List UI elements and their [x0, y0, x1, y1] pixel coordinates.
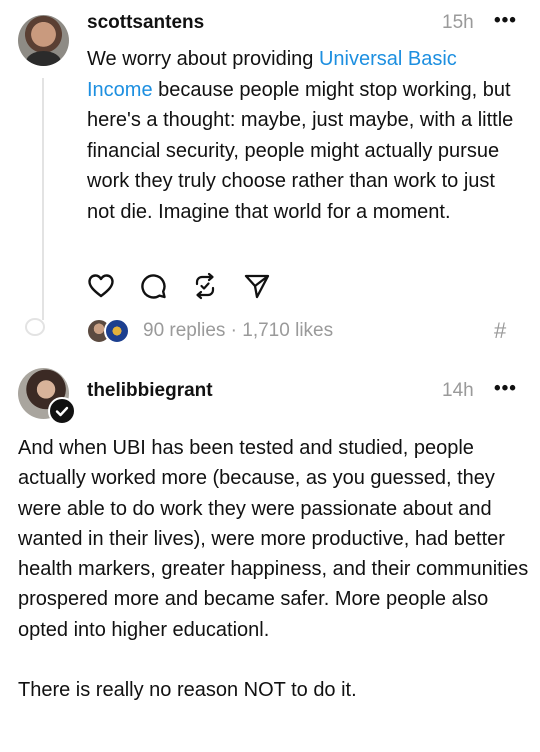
heart-icon[interactable]: [87, 272, 115, 300]
post-body: We worry about providing Universal Basic…: [87, 44, 527, 227]
verified-check-icon: [48, 397, 76, 425]
repost-icon[interactable]: [191, 272, 219, 300]
post-text-lead: We worry about providing: [87, 48, 319, 70]
avatar-shirt: [26, 51, 61, 66]
author-avatar[interactable]: [18, 15, 69, 66]
send-icon[interactable]: [243, 272, 271, 300]
replier-avatar: [104, 318, 130, 344]
reply-body: And when UBI has been tested and studied…: [18, 433, 533, 705]
hashtag-icon[interactable]: #: [494, 318, 506, 344]
reply-username[interactable]: thelibbiegrant: [87, 380, 213, 402]
replier-avatars[interactable]: [86, 318, 136, 344]
reply-more-options-icon[interactable]: •••: [494, 378, 517, 400]
comment-bubble-icon[interactable]: [139, 272, 167, 300]
thread-end-curl: [25, 318, 45, 336]
reply-paragraph: There is really no reason NOT to do it.: [18, 679, 357, 702]
reply-paragraph: And when UBI has been tested and studied…: [18, 437, 529, 641]
thread-line: [42, 78, 44, 320]
post-timestamp: 15h: [442, 12, 474, 33]
post-username[interactable]: scottsantens: [87, 12, 204, 34]
post-more-options-icon[interactable]: •••: [494, 10, 517, 32]
replies-likes-count[interactable]: 90 replies · 1,710 likes: [143, 320, 333, 342]
reply-timestamp: 14h: [442, 380, 474, 401]
